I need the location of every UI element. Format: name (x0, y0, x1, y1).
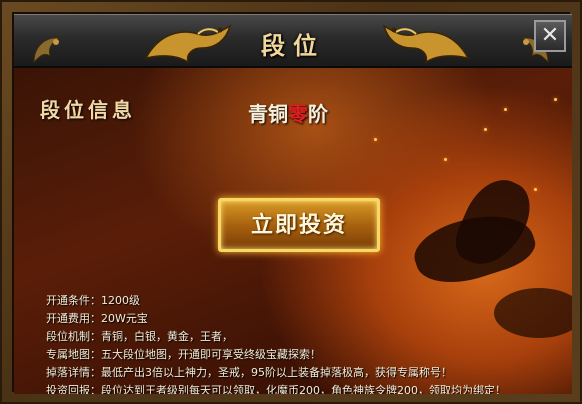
ember-particle (484, 128, 487, 131)
info-drop-details: 掉落详情：最低产出3倍以上神力，圣戒，95阶以上装备掉落极高，获得专属称号！ (46, 366, 452, 379)
info-exclusive-map: 专属地图：五大段位地图，开通即可享受终级宝藏探索！ (46, 348, 321, 361)
title-bar: 段位 (14, 14, 572, 68)
rank-suffix: 阶 (308, 102, 328, 126)
rank-info-list: 开通条件：1200级 开通费用：20W元宝 段位机制：青铜，白银，黄金，王者， … (46, 292, 566, 394)
info-cost: 开通费用：20W元宝 (46, 312, 148, 325)
section-title: 段位信息 (40, 98, 136, 122)
ember-particle (444, 158, 447, 161)
rank-panel: 段位信息 青铜零阶 立即投资 开通条件：1200级 开通费用：20W元宝 段位机… (14, 68, 572, 394)
ember-particle (534, 188, 537, 191)
close-icon: ✕ (540, 23, 560, 48)
ember-particle (554, 98, 557, 101)
dragon-ornament-icon (382, 24, 470, 64)
info-mechanism: 段位机制：青铜，白银，黄金，王者， (46, 330, 233, 343)
close-button[interactable]: ✕ (534, 20, 566, 52)
game-window: 段位 ✕ 段位信息 青铜零阶 立即投资 开通条件：1200级 开通费用：20W元… (0, 0, 582, 404)
rank-level: 零 (288, 102, 308, 126)
info-investment-return: 投资回报：段位达到王者级别每天可以领取，化魔币200，角色神族令牌200，领取均… (46, 384, 506, 394)
ember-particle (374, 138, 377, 141)
current-rank: 青铜零阶 (248, 98, 328, 127)
rank-tier: 青铜 (248, 102, 288, 126)
window-title: 段位 (261, 31, 325, 60)
invest-now-button[interactable]: 立即投资 (218, 198, 380, 252)
info-requirement: 开通条件：1200级 (46, 294, 140, 307)
ember-particle (504, 108, 507, 111)
